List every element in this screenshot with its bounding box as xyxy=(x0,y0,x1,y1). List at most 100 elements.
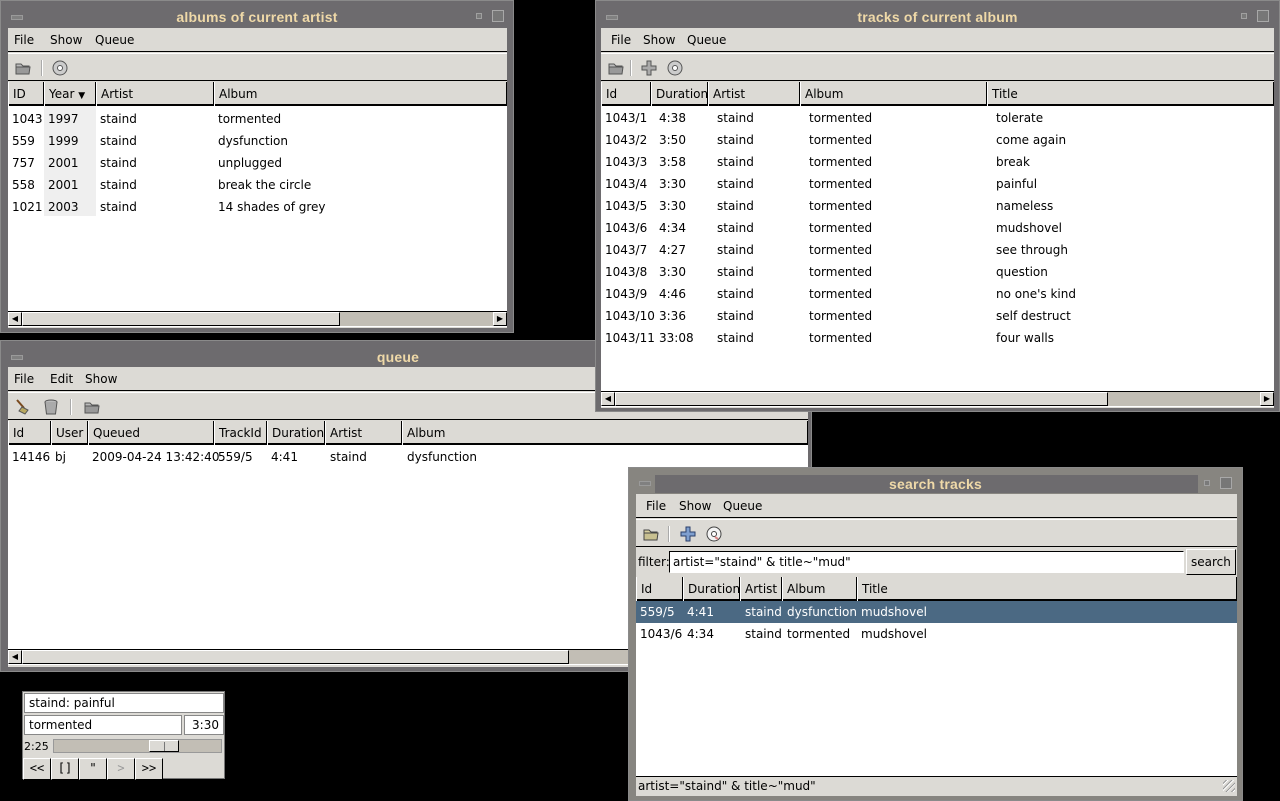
column-header-id[interactable]: Id xyxy=(601,82,651,106)
table-row[interactable]: 1043/5 3:30 staind tormented nameless xyxy=(601,195,1274,217)
menu-file[interactable]: File xyxy=(611,33,631,47)
column-header-queued[interactable]: Queued xyxy=(88,421,214,445)
table-row[interactable]: 1043/9 4:46 staind tormented no one's kind xyxy=(601,283,1274,305)
table-cell: question xyxy=(996,265,1048,279)
add-icon[interactable] xyxy=(640,59,658,77)
broom-clean-icon[interactable] xyxy=(14,398,32,416)
scroll-left-arrow-icon[interactable]: ◀ xyxy=(8,312,22,326)
stop-button[interactable]: [] xyxy=(51,758,79,780)
column-header-artist[interactable]: Artist xyxy=(96,82,214,106)
table-row[interactable]: 1043/2 3:50 staind tormented come again xyxy=(601,129,1274,151)
column-header-id[interactable]: Id xyxy=(636,577,683,601)
column-header-album[interactable]: Album xyxy=(782,577,857,601)
column-header-title[interactable]: Title xyxy=(987,82,1274,106)
folder-open-icon[interactable] xyxy=(83,398,101,416)
table-row[interactable]: 1043/6 4:34 staind tormented mudshovel xyxy=(636,623,1237,645)
menu-queue[interactable]: Queue xyxy=(723,499,762,513)
scroll-thumb[interactable] xyxy=(22,650,569,664)
table-row[interactable]: 14146 bj 2009-04-24 13:42:40 559/5 4:41 stain… xyxy=(8,446,808,468)
menu-show[interactable]: Show xyxy=(643,33,675,47)
table-row[interactable]: 1043 1997 staind tormented xyxy=(8,108,507,130)
table-cell: staind xyxy=(745,605,782,619)
table-row[interactable]: 1043/4 3:30 staind tormented painful xyxy=(601,173,1274,195)
menu-show[interactable]: Show xyxy=(50,33,82,47)
filter-input[interactable] xyxy=(669,551,1184,573)
seek-slider-knob[interactable] xyxy=(149,740,179,752)
menu-file[interactable]: File xyxy=(14,372,34,386)
column-header-album[interactable]: Album xyxy=(214,82,507,106)
column-header-id[interactable]: ID xyxy=(8,82,44,106)
add-icon[interactable] xyxy=(679,525,697,543)
column-header-album[interactable]: Album xyxy=(800,82,987,106)
pause-button[interactable]: " xyxy=(79,758,107,780)
scroll-thumb[interactable] xyxy=(615,392,1108,406)
table-cell: 3:30 xyxy=(659,199,686,213)
scroll-right-arrow-icon[interactable]: ▶ xyxy=(1260,392,1274,406)
table-row[interactable]: 1043/7 4:27 staind tormented see through xyxy=(601,239,1274,261)
column-header-artist[interactable]: Artist xyxy=(740,577,782,601)
table-cell: staind xyxy=(717,243,754,257)
column-header-title[interactable]: Title xyxy=(857,577,1237,601)
column-header-artist[interactable]: Artist xyxy=(708,82,800,106)
next-button[interactable]: >> xyxy=(135,758,163,780)
resize-grip-icon[interactable] xyxy=(1223,780,1235,792)
menu-edit[interactable]: Edit xyxy=(50,372,73,386)
cd-icon[interactable] xyxy=(51,59,69,77)
column-header-album[interactable]: Album xyxy=(402,421,808,445)
scroll-thumb[interactable] xyxy=(22,312,340,326)
column-header-duration[interactable]: Duration xyxy=(267,421,325,445)
menu-show[interactable]: Show xyxy=(679,499,711,513)
menubar: File Show Queue xyxy=(8,28,507,52)
table-row[interactable]: 1043/3 3:58 staind tormented break xyxy=(601,151,1274,173)
folder-open-icon[interactable] xyxy=(642,525,660,543)
menu-queue[interactable]: Queue xyxy=(95,33,134,47)
albums-titlebar[interactable]: albums of current artist xyxy=(1,1,513,31)
table-row[interactable]: 1021 2003 staind 14 shades of grey xyxy=(8,196,507,218)
horizontal-scrollbar[interactable]: ◀ ▶ xyxy=(8,311,507,327)
menu-file[interactable]: File xyxy=(646,499,666,513)
column-header-id[interactable]: Id xyxy=(8,421,51,445)
cd-icon[interactable] xyxy=(666,59,684,77)
table-row[interactable]: 757 2001 staind unplugged xyxy=(8,152,507,174)
menu-queue[interactable]: Queue xyxy=(687,33,726,47)
tracks-titlebar[interactable]: tracks of current album xyxy=(596,1,1279,31)
seek-slider[interactable] xyxy=(53,739,222,753)
table-row[interactable]: 1043/1 4:38 staind tormented tolerate xyxy=(601,107,1274,129)
scroll-left-arrow-icon[interactable]: ◀ xyxy=(8,650,22,664)
scroll-left-arrow-icon[interactable]: ◀ xyxy=(601,392,615,406)
column-header-year[interactable]: Year ▼ xyxy=(44,82,96,106)
folder-open-icon[interactable] xyxy=(14,59,32,77)
scroll-right-arrow-icon[interactable]: ▶ xyxy=(493,312,507,326)
table-row[interactable]: 559 1999 staind dysfunction xyxy=(8,130,507,152)
trash-icon[interactable] xyxy=(42,398,60,416)
column-header-duration[interactable]: Duration xyxy=(683,577,740,601)
table-row[interactable]: 1043/8 3:30 staind tormented question xyxy=(601,261,1274,283)
now-playing-field: staind: painful xyxy=(24,693,224,713)
table-row[interactable]: 1043/6 4:34 staind tormented mudshovel xyxy=(601,217,1274,239)
table-cell: 1043/2 xyxy=(605,133,648,147)
table-cell: 3:58 xyxy=(659,155,686,169)
table-row[interactable]: 558 2001 staind break the circle xyxy=(8,174,507,196)
maximize-button[interactable] xyxy=(1257,10,1269,22)
maximize-button[interactable] xyxy=(1220,477,1232,489)
minimize-button[interactable] xyxy=(1241,13,1247,19)
table-row[interactable]: 1043/10 3:36 staind tormented self destruct xyxy=(601,305,1274,327)
cd-icon[interactable] xyxy=(705,525,723,543)
column-header-trackid[interactable]: TrackId xyxy=(214,421,267,445)
minimize-button[interactable] xyxy=(1204,480,1210,486)
table-row[interactable]: 1043/11 33:08 staind tormented four walls xyxy=(601,327,1274,349)
menu-show[interactable]: Show xyxy=(85,372,117,386)
minimize-button[interactable] xyxy=(476,13,482,19)
column-header-artist[interactable]: Artist xyxy=(325,421,402,445)
maximize-button[interactable] xyxy=(492,10,504,22)
search-button[interactable]: search xyxy=(1186,549,1236,575)
table-row[interactable]: 559/5 4:41 staind dysfunction mudshovel xyxy=(636,601,1237,623)
previous-button[interactable]: << xyxy=(23,758,51,780)
menu-file[interactable]: File xyxy=(14,33,34,47)
column-header-duration[interactable]: Duration xyxy=(651,82,708,106)
play-button[interactable]: > xyxy=(107,758,135,780)
sort-desc-arrow-icon: ▼ xyxy=(78,91,86,101)
horizontal-scrollbar[interactable]: ◀ ▶ xyxy=(601,391,1274,407)
column-header-user[interactable]: User xyxy=(51,421,88,445)
folder-open-icon[interactable] xyxy=(607,59,625,77)
